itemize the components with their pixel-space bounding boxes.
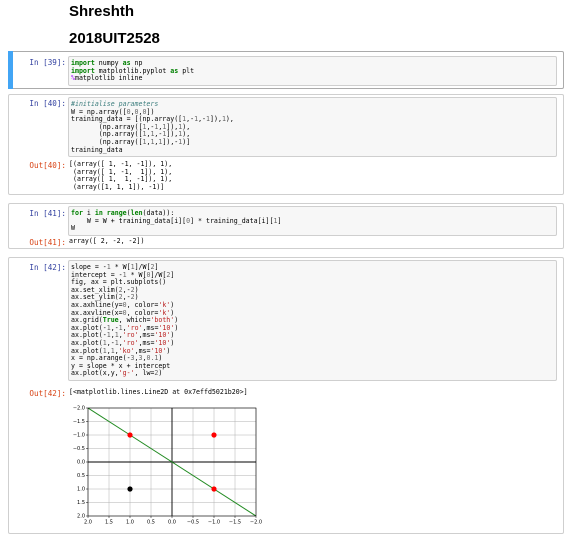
input-prompt: In [39]: <box>29 58 66 67</box>
code-token: ) <box>170 338 175 347</box>
code-token: matplotlib inline <box>74 74 143 83</box>
x-tick-label: −2.0 <box>250 520 262 526</box>
code-token: ) <box>174 323 179 332</box>
code-token: )] <box>182 137 191 146</box>
x-tick-label: −1.5 <box>229 520 241 526</box>
code-line: ax.set_xlim(2,-2) <box>71 286 554 295</box>
y-tick-label: 0.0 <box>77 460 85 466</box>
code-line: %matplotlib inline <box>71 74 554 83</box>
code-editor[interactable]: #initialise parameters W = np.array([0,0,… <box>68 97 557 158</box>
x-tick-label: 0.5 <box>147 520 155 526</box>
code-cell-40[interactable]: In [40]: #initialise parameters W = np.ar… <box>8 94 564 195</box>
data-point <box>127 486 133 492</box>
code-token: W <box>71 224 75 233</box>
code-token: ) <box>158 369 163 378</box>
output-prompt: Out[40]: <box>29 161 66 170</box>
y-tick-label: −1.0 <box>73 433 85 439</box>
y-tick-label: −0.5 <box>73 446 85 452</box>
code-token: ] <box>277 216 282 225</box>
y-tick-label: 1.0 <box>77 487 85 493</box>
data-point <box>127 432 133 438</box>
y-tick-label: 0.5 <box>77 473 85 479</box>
y-tick-label: −1.5 <box>73 419 85 425</box>
data-point <box>211 486 217 492</box>
code-token: ax.plot(x,y, <box>71 369 119 378</box>
x-tick-label: −0.5 <box>187 520 199 526</box>
output-line: (array([1, 1, 1]), -1)] <box>69 182 165 191</box>
code-editor[interactable]: slope = -1 * W[1]/W[2] intercept = -1 * W… <box>68 260 557 381</box>
output-prompt: Out[42]: <box>29 389 66 398</box>
y-tick-label: −2.0 <box>73 406 85 412</box>
y-tick-label: 2.0 <box>77 514 85 520</box>
code-token: W = W + training_data[i][ <box>71 216 187 225</box>
code-token: ] * training_data[i][ <box>190 216 274 225</box>
x-tick-label: 1.0 <box>126 520 134 526</box>
x-tick-label: −1.0 <box>208 520 220 526</box>
output-line: [<matplotlib.lines.Line2D at 0x7effd5021… <box>69 388 248 396</box>
input-prompt: In [41]: <box>29 209 66 218</box>
input-prompt: In [40]: <box>29 99 66 108</box>
y-tick-label: 1.5 <box>77 500 85 506</box>
matplotlib-plot: 2.0 1.5 1.0 0.5 0.0 −0.5 −1.0 −1.5 −2.0 −2.0 −1.5 −… <box>73 406 262 526</box>
x-tick-label: 2.0 <box>84 520 92 526</box>
code-token: ,- <box>198 115 207 124</box>
code-cell-39[interactable]: In [39]: import numpy as np import matplo… <box>8 51 564 89</box>
code-editor[interactable]: import numpy as np import matplotlib.pypl… <box>68 56 557 86</box>
code-token: ]), <box>210 115 222 124</box>
code-token: ]),- <box>162 137 179 146</box>
x-tick-label: 1.5 <box>105 520 113 526</box>
code-line: W = W + training_data[i][0] * training_d… <box>71 216 554 226</box>
code-token: 'g-' <box>118 369 135 378</box>
x-tick-label: 0.0 <box>168 520 176 526</box>
code-line: fig, ax = plt.subplots() <box>71 278 554 287</box>
code-line: training_data <box>71 145 554 155</box>
code-token: ] <box>170 270 175 279</box>
data-point <box>211 432 217 438</box>
code-line: import matplotlib.pyplot as plt <box>71 66 554 76</box>
code-cell-41[interactable]: In [41]: for i in range(len(data)): W = … <box>8 203 564 249</box>
code-line: W <box>71 224 554 233</box>
code-token: training_data <box>71 145 123 154</box>
output-line: array([ 2, -2, -2]) <box>69 237 145 245</box>
cell-output: [<matplotlib.lines.Line2D at 0x7effd5021… <box>69 388 248 397</box>
cell-output: [(array([ 1, -1, -1]), 1), (array([ 1, -… <box>69 160 172 191</box>
code-editor[interactable]: for i in range(len(data)): W = W + train… <box>68 206 557 236</box>
code-line: (np.array([1,1,1]),-1)] <box>71 137 554 147</box>
cell-output: array([ 2, -2, -2]) <box>69 237 145 246</box>
code-token: ), <box>225 115 234 124</box>
output-prompt: Out[41]: <box>29 238 66 247</box>
code-token: ) <box>166 346 171 355</box>
notebook-heading-roll-number: 2018UIT2528 <box>69 30 160 47</box>
notebook-heading-name: Shreshth <box>69 3 135 20</box>
code-line: ax.plot(x,y,'g-', lw=2) <box>71 370 554 378</box>
code-token: plt <box>178 66 195 75</box>
input-prompt: In [42]: <box>29 263 66 272</box>
code-token: , lw= <box>134 369 155 378</box>
